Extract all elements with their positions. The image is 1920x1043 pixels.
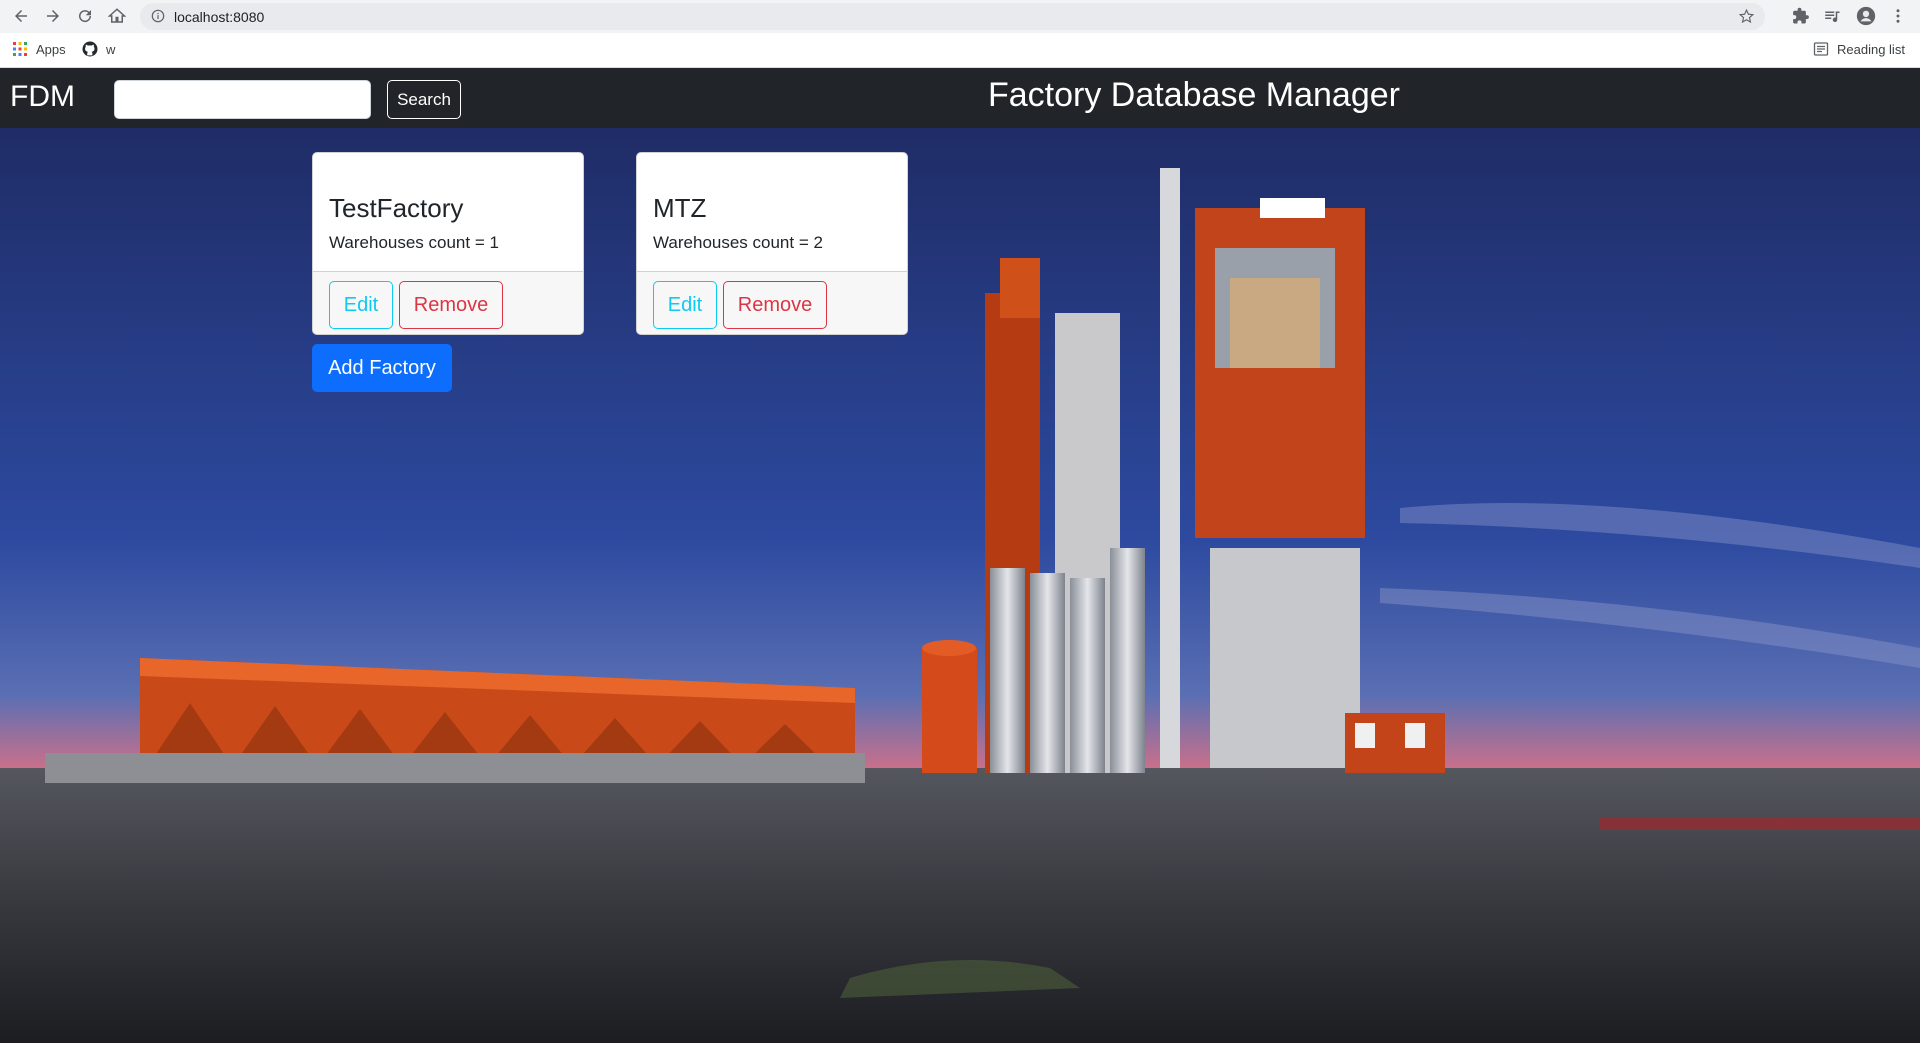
warehouses-count: Warehouses count = 1 xyxy=(329,233,499,252)
back-icon[interactable] xyxy=(10,5,32,27)
reload-icon[interactable] xyxy=(74,5,96,27)
card-body: TestFactory Warehouses count = 1 xyxy=(313,153,583,271)
brand-logo[interactable]: FDM xyxy=(10,80,75,114)
search-button[interactable]: Search xyxy=(387,80,461,119)
url-text: localhost:8080 xyxy=(174,9,265,25)
search-input[interactable] xyxy=(114,80,371,119)
top-navbar: FDM Search Factory Database Manager xyxy=(0,68,1920,128)
address-bar[interactable]: localhost:8080 xyxy=(140,3,1765,30)
factory-name: MTZ xyxy=(653,193,707,223)
menu-dots-icon[interactable] xyxy=(1889,7,1907,25)
media-queue-icon[interactable] xyxy=(1823,7,1841,25)
edit-button[interactable]: Edit xyxy=(653,281,717,329)
bookmark-star-icon[interactable] xyxy=(1738,8,1755,25)
bookmark-apps[interactable]: Apps xyxy=(12,41,66,57)
factory-card: TestFactory Warehouses count = 1 Edit Re… xyxy=(312,152,584,335)
apps-grid-icon xyxy=(13,42,27,56)
factory-card: MTZ Warehouses count = 2 Edit Remove xyxy=(636,152,908,335)
reading-list-icon xyxy=(1813,42,1829,56)
card-footer: Edit Remove xyxy=(637,271,907,334)
page-title: Factory Database Manager xyxy=(988,76,1400,114)
reading-list-button[interactable]: Reading list xyxy=(1813,41,1905,57)
factory-background-image xyxy=(0,128,1920,1043)
factory-name: TestFactory xyxy=(329,193,464,223)
forward-icon[interactable] xyxy=(42,5,64,27)
edit-button[interactable]: Edit xyxy=(329,281,393,329)
profile-avatar-icon[interactable] xyxy=(1856,6,1876,26)
extensions-icon[interactable] xyxy=(1792,7,1810,25)
bookmarks-bar: Apps w Reading list xyxy=(0,33,1920,68)
bookmark-w[interactable]: w xyxy=(82,41,115,57)
reading-list-label: Reading list xyxy=(1837,41,1905,57)
remove-button[interactable]: Remove xyxy=(723,281,827,329)
bookmark-label: w xyxy=(106,41,116,57)
add-factory-button[interactable]: Add Factory xyxy=(312,344,452,392)
remove-button[interactable]: Remove xyxy=(399,281,503,329)
warehouses-count: Warehouses count = 2 xyxy=(653,233,823,252)
page-content: FDM Search Factory Database Manager Test… xyxy=(0,68,1920,1043)
bookmark-label: Apps xyxy=(36,41,66,57)
home-icon[interactable] xyxy=(106,5,128,27)
card-footer: Edit Remove xyxy=(313,271,583,334)
site-info-icon[interactable] xyxy=(151,9,165,23)
card-body: MTZ Warehouses count = 2 xyxy=(637,153,907,271)
github-icon xyxy=(82,41,98,57)
browser-toolbar: localhost:8080 xyxy=(0,0,1920,33)
